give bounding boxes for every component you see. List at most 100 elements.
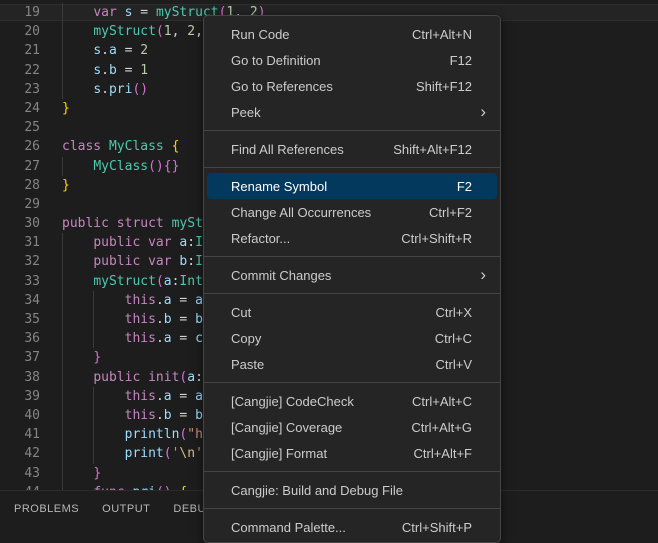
line-number: 43 — [0, 464, 40, 483]
menu-item-run-code[interactable]: Run CodeCtrl+Alt+N — [207, 21, 497, 47]
menu-item-go-to-definition[interactable]: Go to DefinitionF12 — [207, 47, 497, 73]
code-token: this — [125, 408, 156, 423]
code-token: "h — [187, 427, 203, 442]
menu-separator — [204, 130, 500, 131]
menu-item-shortcut: Ctrl+C — [435, 331, 487, 346]
indent-guide — [62, 425, 63, 444]
code-token: this — [125, 389, 156, 404]
menu-item-find-all-references[interactable]: Find All ReferencesShift+Alt+F12 — [207, 136, 497, 162]
indent-guide — [62, 157, 63, 176]
code-token — [117, 5, 125, 20]
code-token — [140, 235, 148, 250]
menu-item-shortcut: Ctrl+Alt+C — [412, 394, 487, 409]
code-token: a — [164, 389, 172, 404]
menu-item-label: [Cangjie] CodeCheck — [231, 394, 412, 409]
line-number: 27 — [0, 157, 40, 176]
menu-item-commit-changes[interactable]: Commit Changes› — [207, 262, 497, 288]
code-token: a — [195, 389, 203, 404]
menu-item-cangjie-format[interactable]: [Cangjie] FormatCtrl+Alt+F — [207, 440, 497, 466]
indent-guide — [62, 444, 63, 463]
menu-item-change-all-occurrences[interactable]: Change All OccurrencesCtrl+F2 — [207, 199, 497, 225]
code-token: 2 — [187, 24, 195, 39]
menu-item-shortcut: Ctrl+Shift+P — [402, 520, 487, 535]
code-token: . — [101, 63, 109, 78]
submenu-chevron-icon: › — [480, 266, 486, 283]
code-token: = — [172, 293, 195, 308]
indent-guide — [62, 348, 63, 367]
menu-item-label: Refactor... — [231, 231, 401, 246]
menu-item-go-to-references[interactable]: Go to ReferencesShift+F12 — [207, 73, 497, 99]
menu-item-cangjie-codecheck[interactable]: [Cangjie] CodeCheckCtrl+Alt+C — [207, 388, 497, 414]
code-token: this — [125, 331, 156, 346]
indent-guide — [62, 252, 63, 271]
menu-item-cut[interactable]: CutCtrl+X — [207, 299, 497, 325]
menu-item-shortcut: Shift+F12 — [416, 79, 487, 94]
code-token: () — [132, 82, 148, 97]
code-token: MyClass — [109, 139, 164, 154]
menu-item-shortcut: Ctrl+F2 — [429, 205, 487, 220]
menu-item-peek[interactable]: Peek› — [207, 99, 497, 125]
menu-item-command-palette[interactable]: Command Palette...Ctrl+Shift+P — [207, 514, 497, 540]
menu-item-shortcut: Ctrl+Shift+R — [401, 231, 487, 246]
menu-item-shortcut: Ctrl+Alt+G — [411, 420, 487, 435]
code-token: this — [125, 293, 156, 308]
line-number: 42 — [0, 444, 40, 463]
code-token: . — [156, 312, 164, 327]
code-token: = — [172, 331, 195, 346]
tab-problems[interactable]: PROBLEMS — [14, 503, 79, 515]
indent-guide — [62, 387, 63, 406]
indent-guide — [62, 329, 63, 348]
menu-item-label: Cangjie: Build and Debug File — [231, 483, 487, 498]
code-token: struct — [117, 216, 164, 231]
tab-output[interactable]: OUTPUT — [102, 503, 150, 515]
line-number: 35 — [0, 310, 40, 329]
code-token: = — [117, 43, 140, 58]
code-token: . — [101, 43, 109, 58]
line-number: 30 — [0, 214, 40, 233]
menu-item-label: [Cangjie] Coverage — [231, 420, 411, 435]
code-token: = — [172, 408, 195, 423]
menu-item-label: Cut — [231, 305, 436, 320]
line-number: 25 — [0, 118, 40, 137]
code-token: 2 — [140, 43, 148, 58]
code-token: var — [93, 5, 116, 20]
indent-guide — [93, 444, 94, 463]
menu-separator — [204, 167, 500, 168]
menu-separator — [204, 471, 500, 472]
menu-item-paste[interactable]: PasteCtrl+V — [207, 351, 497, 377]
code-token: ' — [195, 446, 203, 461]
line-number: 21 — [0, 41, 40, 60]
code-token: . — [156, 331, 164, 346]
code-token: s — [93, 82, 101, 97]
line-number: 38 — [0, 368, 40, 387]
menu-item-label: Commit Changes — [231, 268, 487, 283]
indent-guide — [62, 233, 63, 252]
code-token: . — [101, 82, 109, 97]
code-token: } — [62, 178, 70, 193]
indent-guide — [62, 41, 63, 60]
code-token: I — [195, 254, 203, 269]
indent-guide — [62, 406, 63, 425]
menu-item-cangjie-coverage[interactable]: [Cangjie] CoverageCtrl+Alt+G — [207, 414, 497, 440]
code-token: var — [148, 254, 171, 269]
code-token: \n — [179, 446, 195, 461]
indent-guide — [62, 61, 63, 80]
menu-item-shortcut: Shift+Alt+F12 — [393, 142, 487, 157]
menu-item-copy[interactable]: CopyCtrl+C — [207, 325, 497, 351]
line-number: 24 — [0, 99, 40, 118]
code-token: c — [195, 331, 203, 346]
menu-item-shortcut: Ctrl+V — [436, 357, 487, 372]
line-number: 20 — [0, 22, 40, 41]
line-number: 36 — [0, 329, 40, 348]
menu-item-refactor[interactable]: Refactor...Ctrl+Shift+R — [207, 225, 497, 251]
code-token: 1 — [164, 24, 172, 39]
menu-item-label: Go to Definition — [231, 53, 450, 68]
code-token: : — [195, 370, 203, 385]
line-number: 31 — [0, 233, 40, 252]
menu-item-label: Go to References — [231, 79, 416, 94]
code-token: init — [148, 370, 179, 385]
code-token: a — [164, 274, 172, 289]
menu-item-rename-symbol[interactable]: Rename SymbolF2 — [207, 173, 497, 199]
menu-item-cangjie-build-and-debug-file[interactable]: Cangjie: Build and Debug File — [207, 477, 497, 503]
code-token: class — [62, 139, 101, 154]
